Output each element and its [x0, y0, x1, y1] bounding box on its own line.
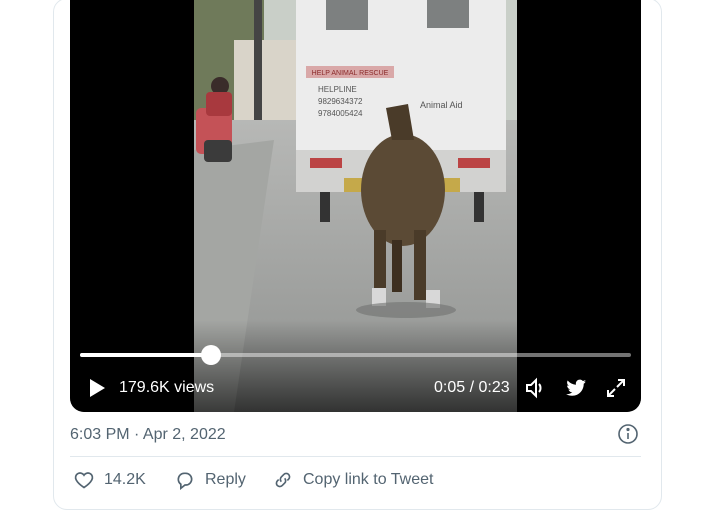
- volume-muted-icon[interactable]: [523, 376, 547, 400]
- reply-icon: [177, 472, 193, 490]
- progress-handle[interactable]: [200, 345, 221, 365]
- svg-text:9829634372: 9829634372: [318, 97, 363, 106]
- tweet-timestamp[interactable]: 6:03 PM · Apr 2, 2022: [70, 425, 226, 445]
- svg-text:9784005424: 9784005424: [318, 109, 363, 118]
- video-time: 0:05 / 0:23: [434, 379, 510, 396]
- reply-label: Reply: [205, 471, 246, 488]
- controls-overlay: [70, 320, 641, 412]
- progress-fill: [80, 353, 211, 357]
- copy-link-button[interactable]: Copy link to Tweet: [273, 469, 433, 491]
- view-count: 179.6K views: [119, 379, 215, 396]
- divider: [70, 456, 641, 457]
- svg-text:Animal Aid: Animal Aid: [420, 100, 463, 110]
- like-button[interactable]: 14.2K: [74, 469, 146, 491]
- twitter-bird-icon[interactable]: [564, 376, 588, 400]
- play-icon[interactable]: [87, 378, 107, 398]
- fullscreen-icon[interactable]: [604, 376, 628, 400]
- copy-link-label: Copy link to Tweet: [303, 471, 434, 488]
- reply-button[interactable]: Reply: [175, 469, 246, 491]
- info-icon[interactable]: [617, 423, 639, 445]
- video-player[interactable]: HELP ANIMAL RESCUE HELPLINE 9829634372 9…: [70, 0, 641, 412]
- like-count: 14.2K: [104, 471, 146, 488]
- link-icon: [275, 472, 291, 488]
- svg-text:HELPLINE: HELPLINE: [318, 85, 357, 94]
- progress-bar[interactable]: [80, 345, 631, 365]
- svg-text:HELP ANIMAL RESCUE: HELP ANIMAL RESCUE: [312, 70, 389, 77]
- heart-icon: [74, 472, 94, 489]
